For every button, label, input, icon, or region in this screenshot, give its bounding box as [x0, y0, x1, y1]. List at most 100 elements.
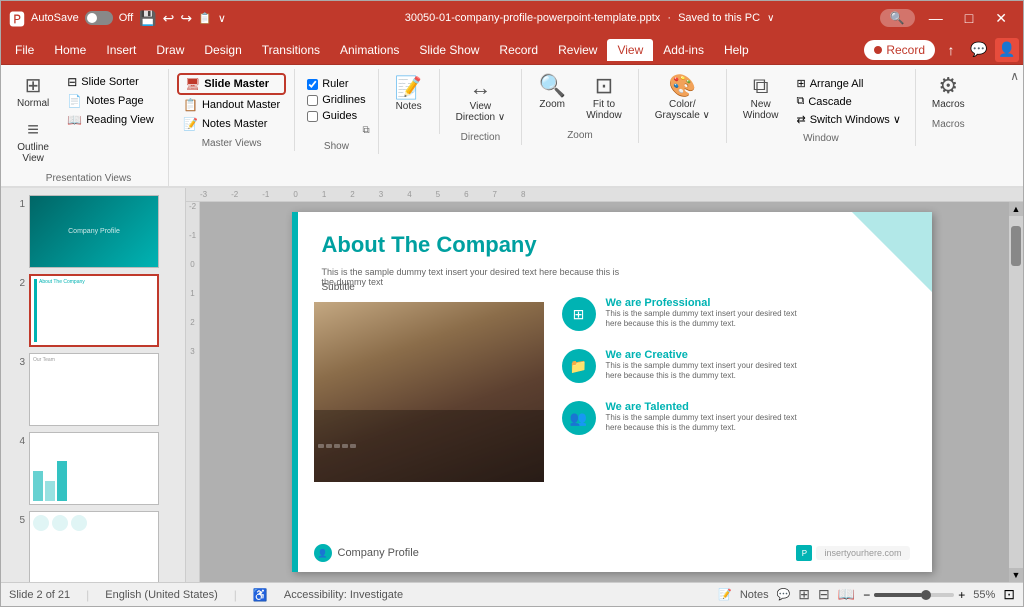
slide-image-1[interactable]: Company Profile [29, 195, 159, 268]
more-icon[interactable]: ∨ [218, 12, 226, 25]
guides-checkbox[interactable]: Guides [303, 109, 369, 123]
cascade-button[interactable]: ⧉ Cascade [790, 93, 906, 110]
editor-body: -2 -1 0 1 2 3 [186, 202, 1023, 582]
customize-icon[interactable]: 📋 [198, 12, 212, 25]
slide-thumb-1[interactable]: 1 Company Profile [1, 192, 185, 271]
profile-icon[interactable]: 👤 [995, 38, 1019, 62]
notes-status-label[interactable]: Notes [740, 589, 769, 601]
ruler-check-input[interactable] [307, 79, 318, 90]
gridlines-label: Gridlines [322, 94, 365, 106]
handout-master-icon: 📋 [183, 98, 198, 112]
accessibility-info[interactable]: Accessibility: Investigate [284, 589, 403, 601]
feature-talented: 👥 We are Talented This is the sample dum… [562, 401, 922, 435]
menu-home[interactable]: Home [44, 39, 96, 61]
direction-label: ViewDirection ∨ [456, 101, 506, 123]
view-reading-status[interactable]: 📖 [838, 586, 855, 603]
slide-image-2[interactable]: About The Company [29, 274, 159, 347]
slide-image-4[interactable] [29, 432, 159, 505]
slide-viewport[interactable]: About The Company This is the sample dum… [200, 202, 1023, 582]
menu-view[interactable]: View [607, 39, 653, 61]
macros-button[interactable]: ⚙ Macros [924, 69, 973, 114]
gridlines-checkbox[interactable]: Gridlines [303, 93, 369, 107]
notes-button[interactable]: 📝 Notes [387, 69, 431, 116]
gridlines-check-input[interactable] [307, 95, 318, 106]
notes-icon: 📝 [395, 75, 422, 101]
switch-windows-button[interactable]: ⇄ Switch Windows ∨ [790, 111, 906, 128]
share-icon[interactable]: ↑ [939, 38, 963, 62]
handout-master-button[interactable]: 📋 Handout Master [177, 96, 286, 114]
save-icon[interactable]: 💾 [139, 10, 156, 27]
record-button[interactable]: Record [864, 40, 935, 60]
maximize-button[interactable]: □ [957, 8, 981, 28]
guides-check-input[interactable] [307, 111, 318, 122]
menu-review[interactable]: Review [548, 39, 607, 61]
ribbon-group-window: ⧉ NewWindow ⊞ Arrange All ⧉ Cascade ⇄ Sw… [727, 69, 916, 146]
menu-draw[interactable]: Draw [146, 39, 194, 61]
search-icon: 🔍 [890, 11, 905, 25]
zoom-in-icon[interactable]: + [958, 588, 965, 602]
slide-thumb-4[interactable]: 4 [1, 429, 185, 508]
comments-icon[interactable]: 💬 [967, 38, 991, 62]
redo-icon[interactable]: ↪ [180, 10, 192, 27]
slide-features-panel: ⊞ We are Professional This is the sample… [562, 297, 922, 453]
menu-animations[interactable]: Animations [330, 39, 409, 61]
ruler-checkbox[interactable]: Ruler [303, 77, 369, 91]
undo-icon[interactable]: ↩ [163, 10, 175, 27]
menu-help[interactable]: Help [714, 39, 759, 61]
slide-subtitle[interactable]: This is the sample dummy text insert you… [322, 267, 622, 287]
minimize-button[interactable]: — [921, 8, 951, 28]
close-button[interactable]: ✕ [987, 8, 1015, 29]
slide-thumb-2[interactable]: 2 About The Company [1, 271, 185, 350]
scroll-down-button[interactable]: ▼ [1009, 568, 1023, 582]
status-right: 📝 Notes 💬 ⊞ ⊟ 📖 − + 55% ⊡ [718, 586, 1015, 603]
search-box[interactable]: 🔍 [880, 9, 915, 27]
vertical-scrollbar[interactable]: ▲ ▼ [1009, 202, 1023, 582]
notes-master-button[interactable]: 📝 Notes Master [177, 115, 286, 133]
menu-transitions[interactable]: Transitions [252, 39, 330, 61]
feature-creative-icon: 📁 [562, 349, 596, 383]
fit-to-window-button[interactable]: ⊡ Fit toWindow [578, 69, 630, 125]
slide-master-button[interactable]: 🖥 Slide Master [177, 73, 286, 95]
menu-slideshow[interactable]: Slide Show [409, 39, 489, 61]
menu-record[interactable]: Record [489, 39, 548, 61]
normal-view-button[interactable]: ⊞ Normal [9, 69, 57, 113]
reading-view-button[interactable]: 📖 Reading View [61, 111, 160, 129]
outline-view-button[interactable]: ≡ OutlineView [9, 115, 57, 168]
switch-windows-label: Switch Windows ∨ [810, 113, 901, 126]
record-dot [874, 46, 882, 54]
menu-insert[interactable]: Insert [96, 39, 146, 61]
scroll-up-button[interactable]: ▲ [1009, 202, 1023, 216]
menu-design[interactable]: Design [194, 39, 251, 61]
zoom-percent[interactable]: 55% [973, 589, 995, 601]
slide-subtitle2[interactable]: Subtitle [322, 282, 355, 293]
menu-file[interactable]: File [5, 39, 44, 61]
fit-screen-icon[interactable]: ⊡ [1003, 586, 1015, 603]
zoom-out-icon[interactable]: − [863, 588, 870, 602]
slide-thumb-3[interactable]: 3 Our Team [1, 350, 185, 429]
ribbon-group-master-views: 🖥 Slide Master 📋 Handout Master 📝 Notes … [169, 69, 295, 151]
zoom-handle[interactable] [921, 590, 931, 600]
titlebar: 🅿 AutoSave Off 💾 ↩ ↪ 📋 ∨ 30050-01-compan… [1, 1, 1023, 35]
feature-creative-title: We are Creative [606, 349, 806, 361]
zoom-button[interactable]: 🔍 Zoom [530, 69, 574, 125]
footer-url[interactable]: insertyourhere.com [816, 546, 909, 560]
zoom-track[interactable] [874, 593, 954, 597]
new-window-button[interactable]: ⧉ NewWindow [735, 69, 787, 128]
feature-professional-desc: This is the sample dummy text insert you… [606, 309, 806, 330]
slide-image-3[interactable]: Our Team [29, 353, 159, 426]
slide-thumb-5[interactable]: 5 [1, 508, 185, 582]
slide-image-5[interactable] [29, 511, 159, 582]
view-normal-status[interactable]: ⊞ [798, 586, 810, 603]
show-expand-icon[interactable]: ⧉ [362, 125, 369, 136]
menu-addins[interactable]: Add-ins [653, 39, 714, 61]
arrange-all-button[interactable]: ⊞ Arrange All [790, 75, 906, 92]
color-grayscale-button[interactable]: 🎨 Color/Grayscale ∨ [647, 69, 718, 125]
notes-page-button[interactable]: 📄 Notes Page [61, 92, 160, 110]
slide-title[interactable]: About The Company [322, 232, 537, 258]
view-direction-button[interactable]: ↔ ViewDirection ∨ [448, 69, 514, 127]
autosave-toggle[interactable] [85, 11, 113, 25]
cascade-icon: ⧉ [796, 95, 804, 108]
slide-sorter-button[interactable]: ⊟ Slide Sorter [61, 73, 160, 91]
view-sorter-status[interactable]: ⊟ [818, 586, 830, 603]
ribbon-expand-icon[interactable]: ∧ [1010, 69, 1019, 83]
